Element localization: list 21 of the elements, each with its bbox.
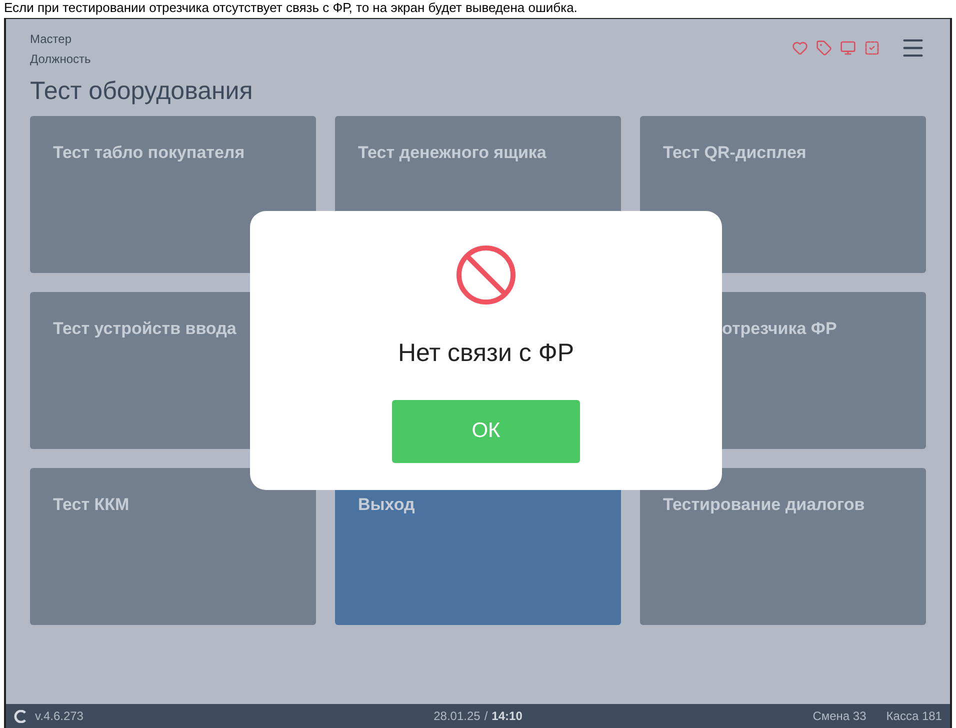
monitor-icon[interactable] [840, 40, 856, 56]
checkbox-icon[interactable] [864, 40, 880, 56]
menu-tile[interactable]: Тестирование диалогов [640, 468, 926, 625]
caption-text: Если при тестировании отрезчика отсутствует связь с ФР, то на экран будет выведена ошибка. [3, 0, 578, 17]
menu-tile[interactable]: Тест табло покупателя [30, 116, 316, 273]
tag-icon[interactable] [816, 40, 832, 56]
shift-text: Смена 33 [812, 708, 866, 725]
date-text: 28.01.25 [434, 708, 480, 725]
dialog-message: Нет связи с ФР [398, 338, 574, 369]
user-role: Должность [30, 51, 91, 68]
heart-icon[interactable] [792, 40, 808, 56]
version-text: v.4.6.273 [35, 708, 84, 725]
separator-text: / [484, 708, 488, 725]
prohibited-icon [455, 244, 517, 306]
logo-icon [14, 710, 27, 722]
user-name: Мастер [30, 31, 73, 48]
ok-button[interactable]: ОК [392, 400, 580, 462]
register-text: Касса 181 [886, 708, 942, 725]
time-text: 14:10 [492, 708, 522, 725]
page-title: Тест оборудования [29, 76, 254, 107]
menu-tile[interactable]: Тест ККМ [30, 468, 316, 625]
